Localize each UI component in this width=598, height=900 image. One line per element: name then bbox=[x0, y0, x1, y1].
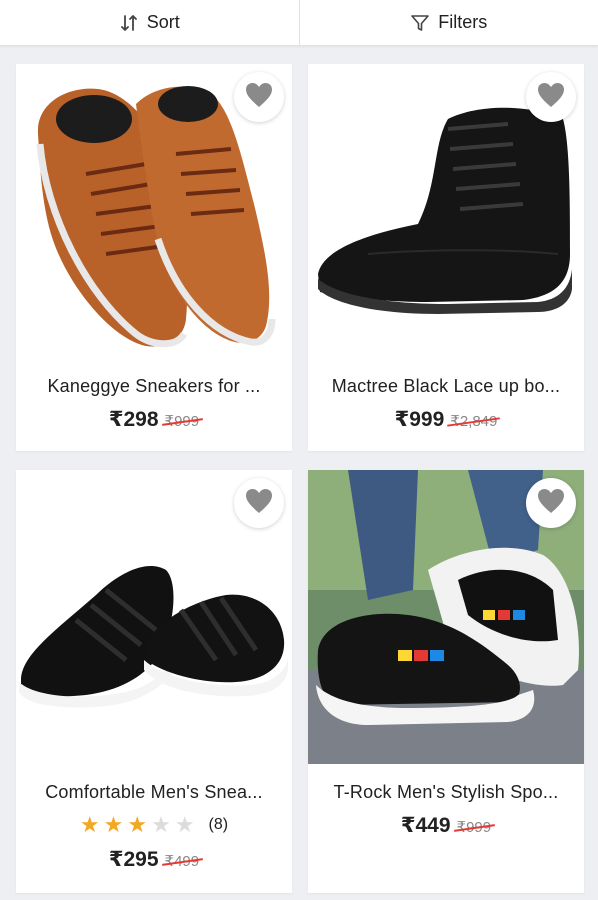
price-row: ₹999 ₹2,849 bbox=[308, 407, 584, 432]
wishlist-button[interactable] bbox=[526, 72, 576, 122]
product-card[interactable]: Kaneggye Sneakers for ... ₹298 ₹999 bbox=[16, 64, 292, 451]
product-price: ₹298 bbox=[108, 408, 159, 431]
star-icon: ★ bbox=[79, 812, 100, 837]
product-name: Kaneggye Sneakers for ... bbox=[47, 376, 261, 396]
sort-icon bbox=[119, 13, 139, 33]
filters-button[interactable]: Filters bbox=[298, 0, 598, 45]
filters-label: Filters bbox=[438, 12, 488, 32]
product-card[interactable]: Mactree Black Lace up bo... ₹999 ₹2,849 bbox=[308, 64, 584, 451]
product-card[interactable]: T-Rock Men's Stylish Spo... ₹449 ₹999 bbox=[308, 470, 584, 893]
price-row: ₹295 ₹499 bbox=[16, 847, 292, 872]
wishlist-button[interactable] bbox=[526, 478, 576, 528]
star-icon: ★ bbox=[103, 812, 124, 837]
filter-icon bbox=[410, 13, 430, 33]
sort-button[interactable]: Sort bbox=[0, 0, 299, 45]
product-name: T-Rock Men's Stylish Spo... bbox=[333, 782, 559, 802]
price-row: ₹449 ₹999 bbox=[308, 813, 584, 838]
product-price: ₹999 bbox=[394, 408, 445, 431]
heart-icon bbox=[245, 82, 273, 113]
heart-icon bbox=[537, 488, 565, 519]
product-mrp: ₹2,849 bbox=[450, 413, 498, 430]
product-price: ₹295 bbox=[108, 848, 159, 871]
star-rating: ★ ★ ★ ★ ★ (8) bbox=[16, 814, 292, 836]
product-name: Comfortable Men's Snea... bbox=[45, 782, 263, 802]
star-icon: ★ bbox=[151, 812, 171, 837]
sort-label: Sort bbox=[146, 12, 180, 32]
wishlist-button[interactable] bbox=[234, 72, 284, 122]
product-mrp: ₹499 bbox=[164, 853, 200, 870]
heart-icon bbox=[245, 488, 273, 519]
product-name: Mactree Black Lace up bo... bbox=[331, 376, 561, 396]
rating-count: (8) bbox=[208, 816, 229, 833]
sort-filter-bar: Sort Filters bbox=[0, 0, 598, 46]
star-icon: ★ bbox=[174, 812, 195, 837]
product-mrp: ₹999 bbox=[164, 413, 200, 430]
heart-icon bbox=[537, 82, 565, 113]
price-row: ₹298 ₹999 bbox=[16, 407, 292, 432]
product-mrp: ₹999 bbox=[456, 819, 492, 836]
product-card[interactable]: Comfortable Men's Snea... ★ ★ ★ ★ ★ (8) … bbox=[16, 470, 292, 893]
wishlist-button[interactable] bbox=[234, 478, 284, 528]
star-icon: ★ bbox=[127, 812, 148, 837]
product-price: ₹449 bbox=[400, 814, 451, 837]
